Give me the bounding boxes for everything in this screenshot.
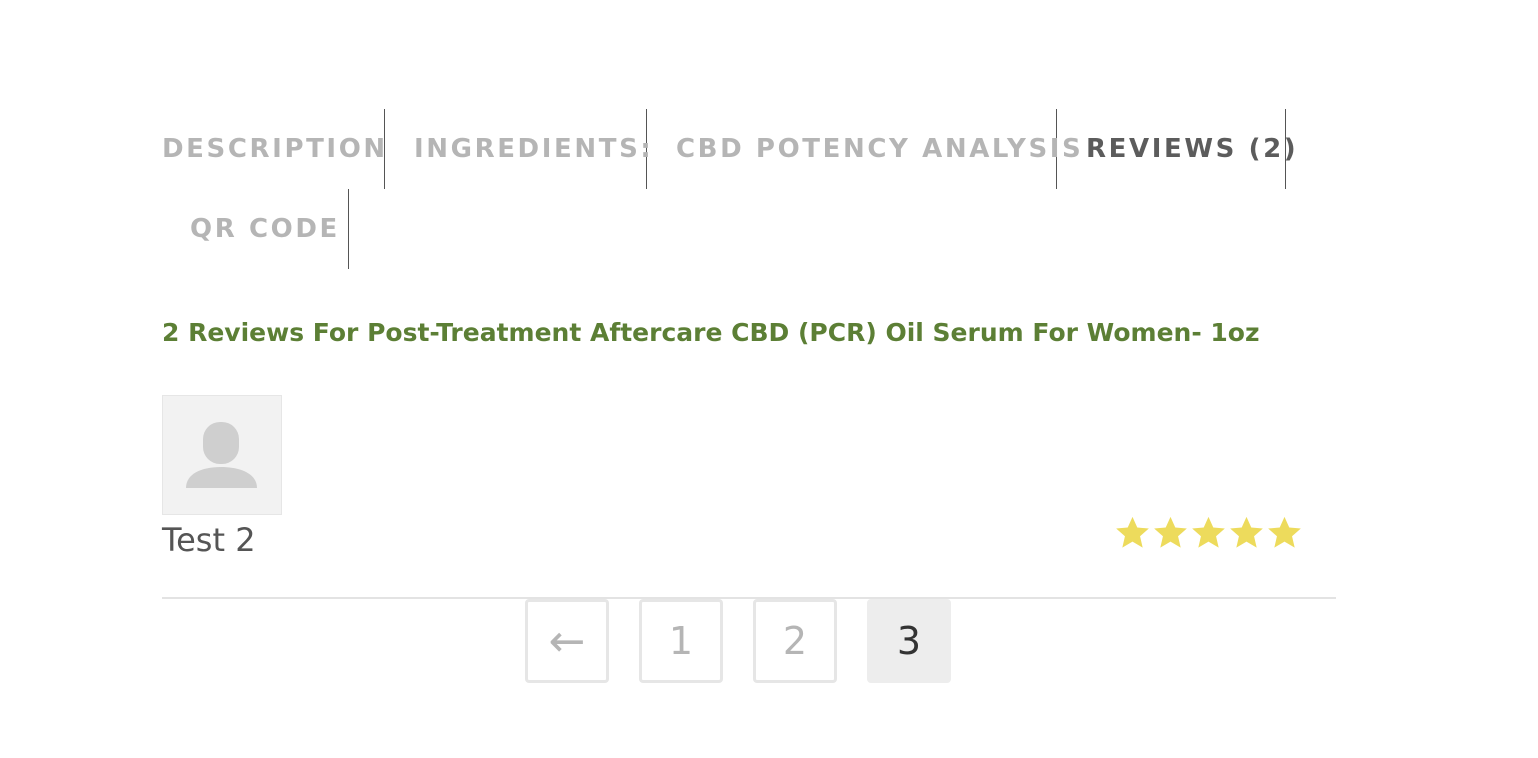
tab-cbd-potency-analysis[interactable]: CBD POTENCY ANALYSIS (647, 109, 1081, 189)
page-button-1[interactable]: 1 (639, 599, 723, 683)
tab-description[interactable]: DESCRIPTION (162, 109, 385, 189)
star-icon (1154, 516, 1187, 548)
user-silhouette-icon (186, 422, 257, 488)
tab-qr-code[interactable]: QR CODE (162, 189, 349, 269)
tab-row-1: DESCRIPTION INGREDIENTS: CBD POTENCY ANA… (162, 109, 1342, 189)
star-icon (1268, 516, 1301, 548)
reviews-title: 2 Reviews For Post-Treatment Aftercare C… (162, 318, 1260, 347)
tab-ingredients[interactable]: INGREDIENTS: (385, 109, 651, 189)
pagination: ← 1 2 3 (525, 599, 951, 683)
star-icon (1230, 516, 1263, 548)
page-button-2[interactable]: 2 (753, 599, 837, 683)
product-tabs-page: DESCRIPTION INGREDIENTS: CBD POTENCY ANA… (0, 0, 1538, 758)
tab-reviews[interactable]: REVIEWS (2) (1057, 109, 1296, 189)
page-button-3-current: 3 (867, 599, 951, 683)
tab-row-2: QR CODE (162, 189, 1342, 269)
review-author: Test 2 (162, 521, 256, 559)
prev-page-button[interactable]: ← (525, 599, 609, 683)
product-tabs: DESCRIPTION INGREDIENTS: CBD POTENCY ANA… (162, 109, 1342, 269)
star-icon (1116, 516, 1149, 548)
star-icon (1192, 516, 1225, 548)
avatar (162, 395, 282, 515)
star-rating (1114, 513, 1303, 553)
